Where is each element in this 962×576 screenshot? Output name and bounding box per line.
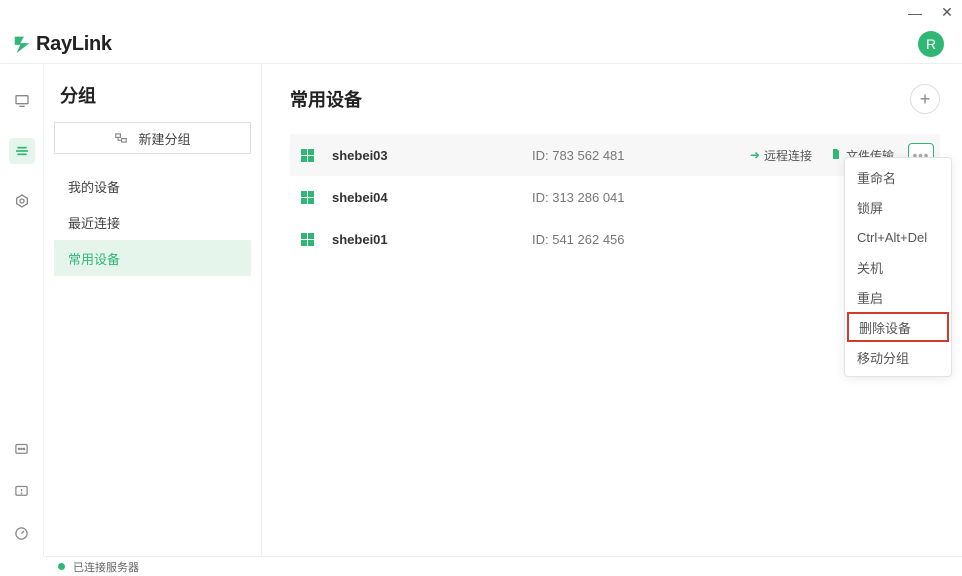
logo-text: RayLink: [36, 33, 112, 56]
device-row[interactable]: shebei04 ID: 313 286 041: [290, 176, 940, 218]
new-group-icon: [114, 131, 128, 145]
new-group-button[interactable]: 新建分组: [54, 122, 251, 154]
sidebar-title: 分组: [54, 82, 251, 122]
menu-rename[interactable]: 重命名: [845, 162, 951, 192]
device-name: shebei04: [332, 190, 532, 205]
status-indicator-icon: [58, 563, 65, 570]
nav-rail: [0, 64, 44, 556]
rail-monitor-icon[interactable]: [9, 88, 35, 114]
sidebar-item-common[interactable]: 常用设备: [54, 240, 251, 276]
main-header: 常用设备 +: [290, 84, 940, 114]
rail-list-icon[interactable]: [9, 138, 35, 164]
device-name: shebei01: [332, 232, 532, 247]
sidebar: 分组 新建分组 我的设备 最近连接 常用设备: [44, 64, 262, 556]
device-row[interactable]: shebei03 ID: 783 562 481 ➜ 远程连接 文件传输 •••: [290, 134, 940, 176]
header: RayLink R: [0, 25, 962, 63]
logo: RayLink: [12, 33, 112, 56]
menu-restart[interactable]: 重启: [845, 282, 951, 312]
status-text: 已连接服务器: [73, 559, 139, 575]
context-menu: 重命名 锁屏 Ctrl+Alt+Del 关机 重启 删除设备 移动分组: [844, 157, 952, 377]
menu-ctrl-alt-del[interactable]: Ctrl+Alt+Del: [845, 222, 951, 252]
menu-shutdown[interactable]: 关机: [845, 252, 951, 282]
remote-connect-button[interactable]: ➜ 远程连接: [746, 145, 816, 166]
new-group-label: 新建分组: [138, 129, 190, 148]
device-id: ID: 313 286 041: [532, 190, 625, 205]
menu-lock[interactable]: 锁屏: [845, 192, 951, 222]
file-icon: [830, 148, 842, 163]
sidebar-item-recent[interactable]: 最近连接: [54, 204, 251, 240]
rail-settings-icon[interactable]: [9, 188, 35, 214]
windows-icon: [300, 148, 314, 162]
minimize-button[interactable]: —: [908, 6, 922, 20]
statusbar: 已连接服务器: [44, 556, 962, 576]
sidebar-item-my-devices[interactable]: 我的设备: [54, 168, 251, 204]
add-device-button[interactable]: +: [910, 84, 940, 114]
titlebar: — ✕: [0, 0, 962, 25]
rail-chat-icon[interactable]: [9, 436, 35, 462]
device-id: ID: 783 562 481: [532, 148, 625, 163]
device-row[interactable]: shebei01 ID: 541 262 456: [290, 218, 940, 260]
device-name: shebei03: [332, 148, 532, 163]
rail-feedback-icon[interactable]: [9, 478, 35, 504]
close-button[interactable]: ✕: [940, 6, 954, 20]
avatar[interactable]: R: [918, 31, 944, 57]
windows-icon: [300, 190, 314, 204]
body: 分组 新建分组 我的设备 最近连接 常用设备 常用设备 + shebei03 I…: [0, 63, 962, 556]
page-title: 常用设备: [290, 86, 362, 112]
arrow-right-icon: ➜: [750, 148, 760, 162]
menu-move-group[interactable]: 移动分组: [845, 342, 951, 372]
logo-icon: [12, 33, 34, 55]
menu-delete-device[interactable]: 删除设备: [847, 312, 949, 342]
windows-icon: [300, 232, 314, 246]
rail-speed-icon[interactable]: [9, 520, 35, 546]
device-id: ID: 541 262 456: [532, 232, 625, 247]
